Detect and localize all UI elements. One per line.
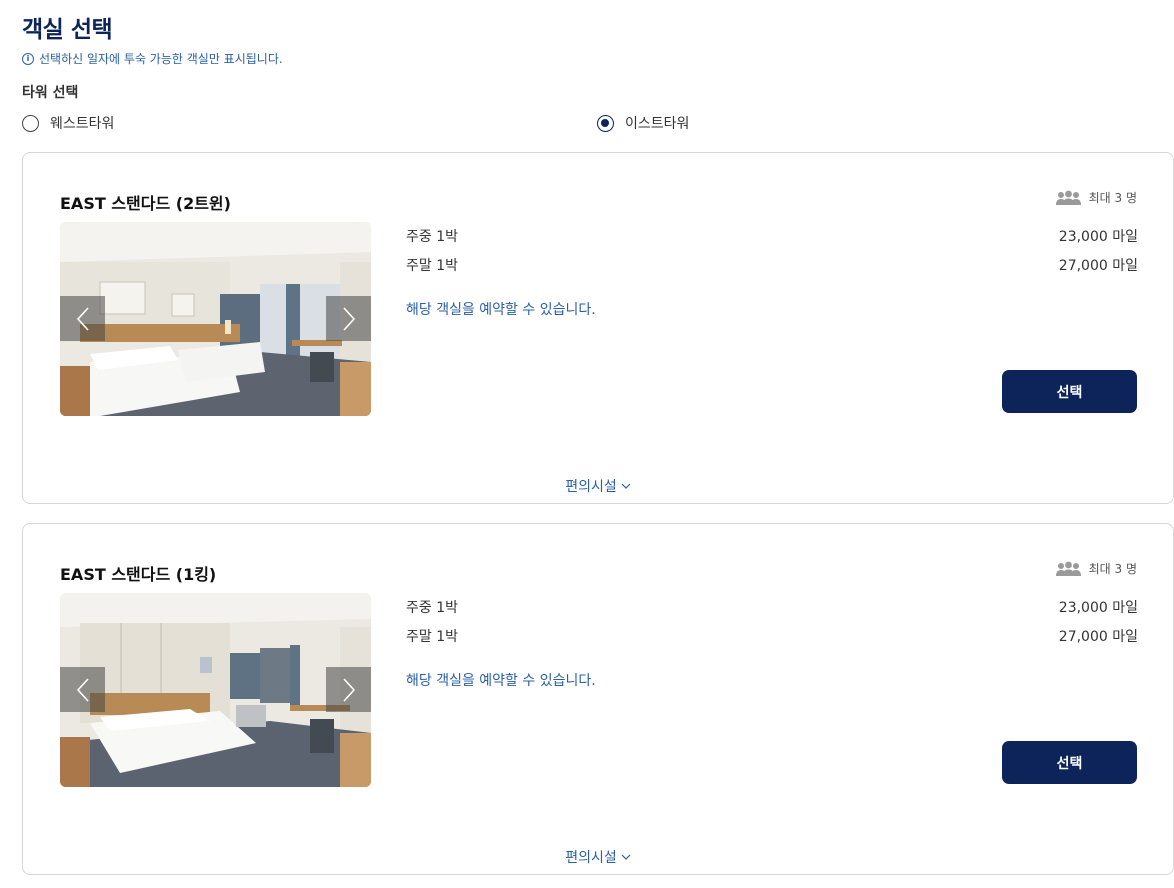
chevron-down-icon: [621, 854, 631, 860]
notice-text: 선택하신 일자에 투숙 가능한 객실만 표시됩니다.: [39, 52, 283, 66]
weekend-price: 27,000 마일: [1058, 258, 1138, 274]
weekday-label: 주중 1박: [406, 229, 458, 245]
amenities-label: 편의시설: [565, 850, 617, 866]
weekend-label: 주말 1박: [406, 629, 458, 645]
capacity-text: 최대 3 명: [1088, 191, 1137, 205]
availability-text: 해당 객실을 예약할 수 있습니다.: [406, 673, 596, 689]
carousel-next-button[interactable]: [326, 296, 371, 341]
radio-east-tower[interactable]: 이스트타워: [597, 113, 689, 133]
availability-notice: i 선택하신 일자에 투숙 가능한 객실만 표시됩니다.: [22, 50, 283, 67]
people-group-icon: [1055, 561, 1081, 576]
radio-east-tower-label: 이스트타워: [625, 116, 690, 132]
chevron-right-icon: [342, 306, 355, 331]
chevron-down-icon: [621, 483, 631, 489]
chevron-left-icon: [76, 306, 89, 331]
room-photo-carousel: [60, 222, 371, 416]
king-room-photo: [60, 593, 371, 787]
info-circle-icon: i: [22, 52, 34, 65]
room-capacity: 최대 3 명: [1055, 189, 1137, 206]
weekend-label: 주말 1박: [406, 258, 458, 274]
price-row-weekday: 주중 1박 23,000 마일: [406, 226, 1138, 246]
weekday-label: 주중 1박: [406, 600, 458, 616]
weekday-price: 23,000 마일: [1058, 229, 1138, 245]
chevron-right-icon: [342, 677, 355, 702]
room-card-twin: EAST 스탠다드 (2트윈) 최대 3 명 주중 1박 23,000 마일 주…: [22, 152, 1174, 504]
tower-select-label: 타워 선택: [22, 85, 79, 101]
carousel-next-button[interactable]: [326, 667, 371, 712]
radio-west-tower-label: 웨스트타워: [50, 116, 115, 132]
chevron-left-icon: [76, 677, 89, 702]
room-name: EAST 스탠다드 (1킹): [60, 565, 217, 584]
page-title: 객실 선택: [22, 17, 113, 43]
select-room-button[interactable]: 선택: [1002, 741, 1137, 784]
radio-east-tower-circle[interactable]: [597, 114, 614, 132]
price-row-weekend: 주말 1박 27,000 마일: [406, 255, 1138, 275]
weekday-price: 23,000 마일: [1058, 600, 1138, 616]
radio-west-tower-circle[interactable]: [22, 114, 39, 132]
amenities-toggle[interactable]: 편의시설: [23, 476, 1173, 496]
capacity-text: 최대 3 명: [1088, 562, 1137, 576]
radio-west-tower[interactable]: 웨스트타워: [22, 113, 114, 133]
twin-room-photo: [60, 222, 371, 416]
amenities-label: 편의시설: [565, 479, 617, 495]
amenities-toggle[interactable]: 편의시설: [23, 847, 1173, 867]
weekend-price: 27,000 마일: [1058, 629, 1138, 645]
availability-text: 해당 객실을 예약할 수 있습니다.: [406, 302, 596, 318]
room-name: EAST 스탠다드 (2트윈): [60, 194, 231, 213]
room-capacity: 최대 3 명: [1055, 560, 1137, 577]
select-room-button[interactable]: 선택: [1002, 370, 1137, 413]
carousel-prev-button[interactable]: [60, 667, 105, 712]
price-row-weekday: 주중 1박 23,000 마일: [406, 597, 1138, 617]
price-row-weekend: 주말 1박 27,000 마일: [406, 626, 1138, 646]
room-card-king: EAST 스탠다드 (1킹) 최대 3 명 주중 1박 23,000 마일 주말…: [22, 523, 1174, 875]
carousel-prev-button[interactable]: [60, 296, 105, 341]
people-group-icon: [1055, 190, 1081, 205]
room-photo-carousel: [60, 593, 371, 787]
